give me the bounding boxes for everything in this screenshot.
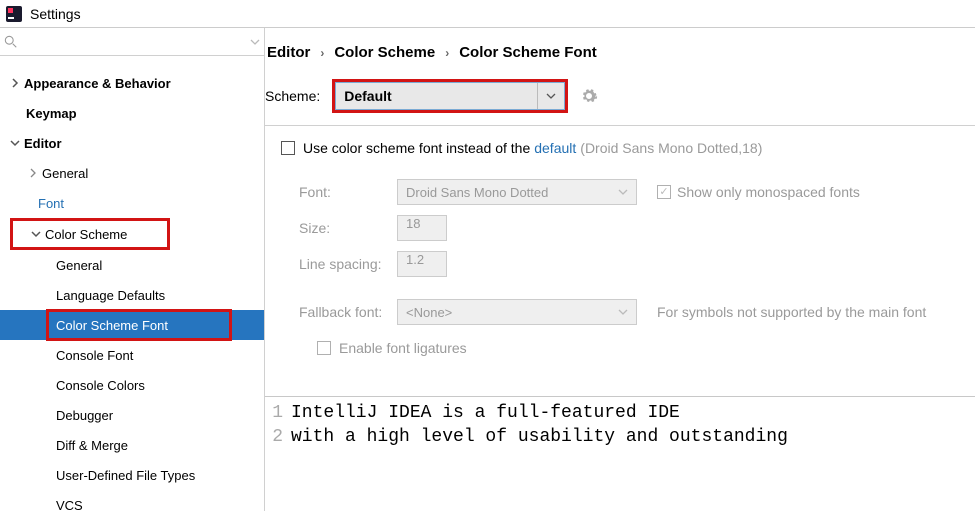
- preview-text: IntelliJ IDEA is a full-featured IDE: [291, 401, 680, 425]
- settings-tree: Appearance & Behavior Keymap Editor Gene…: [0, 56, 264, 511]
- sidebar-item-cs-general[interactable]: General: [0, 250, 264, 280]
- sidebar-item-label: Keymap: [26, 106, 77, 121]
- sidebar-item-label: Editor: [24, 136, 62, 151]
- sidebar-item-label: Console Font: [56, 348, 133, 363]
- sidebar-item-general[interactable]: General: [0, 158, 264, 188]
- sidebar-item-keymap[interactable]: Keymap: [0, 98, 264, 128]
- scheme-label: Scheme:: [265, 88, 320, 104]
- override-text-pre: Use color scheme font instead of the: [303, 140, 530, 156]
- scheme-value: Default: [344, 88, 391, 104]
- show-mono-label: Show only monospaced fonts: [677, 184, 860, 200]
- chevron-down-icon: [618, 187, 628, 197]
- fallback-value: <None>: [406, 305, 452, 320]
- chevron-down-icon[interactable]: [250, 37, 260, 47]
- ligatures-checkbox-row: Enable font ligatures: [317, 340, 975, 356]
- sidebar-item-font[interactable]: Font: [0, 188, 264, 218]
- sidebar-item-language-defaults[interactable]: Language Defaults: [0, 280, 264, 310]
- fallback-hint: For symbols not supported by the main fo…: [657, 304, 926, 320]
- line-number: 2: [265, 425, 291, 449]
- sidebar-item-label: Color Scheme Font: [56, 318, 168, 333]
- settings-body: Appearance & Behavior Keymap Editor Gene…: [0, 28, 975, 511]
- font-label: Font:: [299, 184, 397, 200]
- show-monospaced-checkbox: ✓ Show only monospaced fonts: [657, 184, 860, 200]
- sidebar-item-label: Font: [38, 196, 64, 211]
- sidebar-item-console-font[interactable]: Console Font: [0, 340, 264, 370]
- sidebar-item-user-filetypes[interactable]: User-Defined File Types: [0, 460, 264, 490]
- line-spacing-label: Line spacing:: [299, 256, 397, 272]
- font-preview: 1 IntelliJ IDEA is a full-featured IDE 2…: [265, 396, 975, 449]
- checkbox-unchecked: [317, 341, 331, 355]
- sidebar-search[interactable]: [0, 28, 264, 56]
- line-spacing-input: 1.2: [397, 251, 447, 277]
- chevron-down-icon: [8, 138, 22, 148]
- sidebar-item-label: Color Scheme: [45, 227, 127, 242]
- preview-text: with a high level of usability and outst…: [291, 425, 788, 449]
- sidebar-item-label: Console Colors: [56, 378, 145, 393]
- main-panel: Editor › Color Scheme › Color Scheme Fon…: [265, 28, 975, 511]
- line-number: 1: [265, 401, 291, 425]
- preview-line: 1 IntelliJ IDEA is a full-featured IDE: [265, 401, 975, 425]
- sidebar-item-debugger[interactable]: Debugger: [0, 400, 264, 430]
- sidebar-item-diff-merge[interactable]: Diff & Merge: [0, 430, 264, 460]
- fallback-label: Fallback font:: [299, 304, 397, 320]
- font-form: Font: Droid Sans Mono Dotted ✓ Show only…: [281, 174, 975, 356]
- scheme-select[interactable]: Default: [335, 82, 565, 110]
- scheme-select-highlight: Default: [332, 79, 568, 113]
- breadcrumb-item: Color Scheme Font: [459, 44, 597, 61]
- ligatures-label: Enable font ligatures: [339, 340, 467, 356]
- chevron-right-icon: [8, 78, 22, 88]
- form-area: Use color scheme font instead of the def…: [265, 140, 975, 356]
- breadcrumb-item[interactable]: Editor: [267, 44, 310, 61]
- sidebar-item-label: Diff & Merge: [56, 438, 128, 453]
- override-checkbox-row[interactable]: Use color scheme font instead of the def…: [281, 140, 975, 156]
- sidebar: Appearance & Behavior Keymap Editor Gene…: [0, 28, 265, 511]
- sidebar-item-label: User-Defined File Types: [56, 468, 195, 483]
- font-value: Droid Sans Mono Dotted: [406, 185, 548, 200]
- sidebar-item-label: General: [56, 258, 102, 273]
- scheme-row: Scheme: Default: [265, 79, 975, 121]
- gear-icon[interactable]: [580, 87, 598, 105]
- titlebar: Settings: [0, 0, 975, 28]
- sidebar-item-vcs[interactable]: VCS: [0, 490, 264, 511]
- font-select: Droid Sans Mono Dotted: [397, 179, 637, 205]
- sidebar-item-console-colors[interactable]: Console Colors: [0, 370, 264, 400]
- sidebar-item-color-scheme[interactable]: Color Scheme: [10, 218, 170, 250]
- sidebar-item-appearance-behavior[interactable]: Appearance & Behavior: [0, 68, 264, 98]
- breadcrumb: Editor › Color Scheme › Color Scheme Fon…: [265, 44, 975, 79]
- chevron-right-icon: ›: [445, 46, 449, 60]
- size-label: Size:: [299, 220, 397, 236]
- sidebar-item-color-scheme-font[interactable]: Color Scheme Font: [0, 310, 264, 340]
- search-input[interactable]: [22, 34, 250, 49]
- size-input: 18: [397, 215, 447, 241]
- divider: [265, 125, 975, 126]
- override-suffix: (Droid Sans Mono Dotted,18): [580, 140, 762, 156]
- checkbox-unchecked[interactable]: [281, 141, 295, 155]
- default-link[interactable]: default: [534, 140, 576, 156]
- sidebar-item-editor[interactable]: Editor: [0, 128, 264, 158]
- chevron-down-icon: [537, 83, 556, 109]
- window-title: Settings: [30, 6, 81, 22]
- chevron-down-icon: [618, 307, 628, 317]
- sidebar-item-label: Language Defaults: [56, 288, 165, 303]
- checkbox-checked: ✓: [657, 185, 671, 199]
- chevron-right-icon: [26, 168, 40, 178]
- search-icon: [4, 35, 18, 49]
- sidebar-item-label: Debugger: [56, 408, 113, 423]
- sidebar-item-label: VCS: [56, 498, 83, 511]
- app-icon: [6, 6, 22, 22]
- sidebar-item-label: Appearance & Behavior: [24, 76, 171, 91]
- preview-line: 2 with a high level of usability and out…: [265, 425, 975, 449]
- chevron-right-icon: ›: [320, 46, 324, 60]
- breadcrumb-item[interactable]: Color Scheme: [334, 44, 435, 61]
- fallback-select: <None>: [397, 299, 637, 325]
- chevron-down-icon: [29, 229, 43, 239]
- sidebar-item-label: General: [42, 166, 88, 181]
